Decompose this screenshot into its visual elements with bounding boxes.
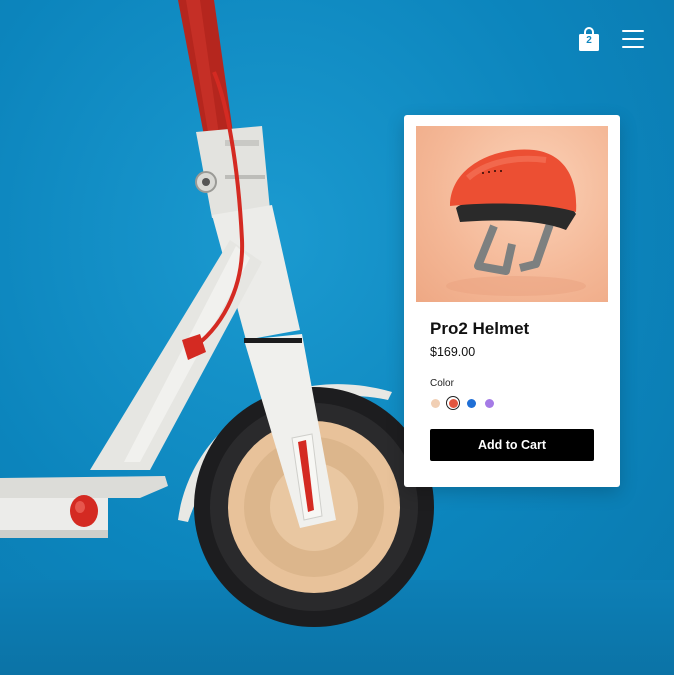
color-swatch-purple[interactable] bbox=[482, 396, 496, 410]
color-label: Color bbox=[430, 378, 454, 389]
product-card: Pro2 Helmet $169.00 Color Add to Cart bbox=[404, 115, 620, 487]
color-swatches bbox=[428, 396, 496, 410]
hero-scene: 2 Pro2 Helmet $169.00 Color Add to Cart bbox=[0, 0, 674, 675]
color-swatch-blue[interactable] bbox=[464, 396, 478, 410]
color-swatch-red[interactable] bbox=[446, 396, 460, 410]
product-image bbox=[416, 126, 608, 302]
shopping-bag-icon[interactable]: 2 bbox=[578, 26, 600, 52]
product-name: Pro2 Helmet bbox=[430, 319, 530, 338]
hamburger-menu-icon[interactable] bbox=[622, 30, 644, 48]
cart-count-badge: 2 bbox=[586, 35, 592, 46]
header-icons: 2 bbox=[578, 26, 644, 52]
product-price: $169.00 bbox=[430, 345, 476, 359]
color-swatch-peach[interactable] bbox=[428, 396, 442, 410]
add-to-cart-button[interactable]: Add to Cart bbox=[430, 429, 594, 461]
helmet-image bbox=[446, 149, 586, 296]
